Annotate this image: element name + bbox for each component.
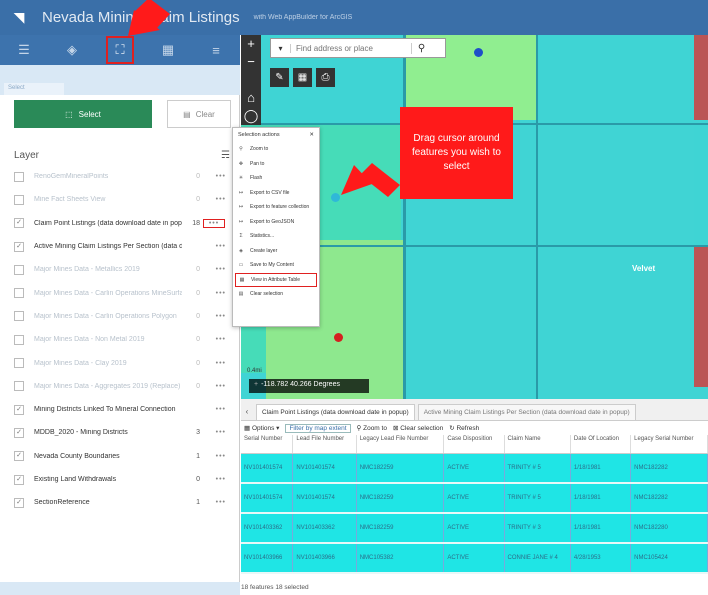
- refresh-icon: ↻: [449, 425, 455, 432]
- tab-active-mining-claims[interactable]: Active Mining Claim Listings Per Section…: [417, 404, 636, 420]
- tab-claim-point-listings[interactable]: Claim Point Listings (data download date…: [256, 404, 415, 420]
- zoom-to-label: Zoom to: [363, 425, 387, 432]
- table-cell: NV101401574: [292, 453, 357, 484]
- table-cell: NMC182259: [356, 453, 445, 484]
- attribute-grid: Serial Number Lead File Number Legacy Lead…: [241, 435, 708, 574]
- selection-action-item[interactable]: ↦ Export to feature collection: [233, 200, 319, 215]
- table-cell: NMC182259: [356, 483, 445, 514]
- export-icon: ↦: [238, 218, 244, 225]
- selection-action-item[interactable]: ✥ Pan to: [233, 157, 319, 172]
- selection-action-label: Zoom to: [250, 146, 269, 153]
- selection-action-item[interactable]: ↦ Export to CSV file: [233, 186, 319, 201]
- table-cell: 1/18/1981: [570, 483, 632, 514]
- tab-scroll-left-icon[interactable]: ‹: [241, 407, 253, 420]
- options-icon: ▦: [244, 425, 251, 432]
- refresh-button[interactable]: ↻ Refresh: [449, 424, 479, 432]
- table-cell: 1/18/1981: [570, 513, 632, 544]
- selection-actions-popup: Selection actions ✕ ⚲ Zoom to ✥ Pan to ✳ Flas…: [232, 127, 320, 327]
- column-header[interactable]: Date Of Location: [570, 435, 632, 454]
- selection-action-item[interactable]: ↦ Export to GeoJSON: [233, 215, 319, 230]
- table-row[interactable]: NV101401574 NV101401574 NMC182259 ACTIVE TRI…: [241, 453, 708, 484]
- table-cell: NMC182282: [630, 453, 708, 484]
- column-header[interactable]: Serial Number: [241, 435, 294, 454]
- options-menu[interactable]: ▦ Options ▾: [244, 424, 279, 432]
- clear-icon: ▤: [238, 291, 244, 298]
- table-cell: TRINITY # 5: [504, 483, 571, 514]
- selection-action-label: Flash: [250, 175, 263, 182]
- table-cell: NV101401574: [241, 453, 294, 484]
- selection-action-item[interactable]: Σ Statistics...: [233, 229, 319, 244]
- pan-icon: ✥: [238, 160, 244, 167]
- table-icon: ▦: [239, 276, 245, 283]
- clear-selection-label: Clear selection: [400, 425, 444, 432]
- table-cell: NV101403966: [241, 543, 294, 574]
- zoom-icon: ⚲: [239, 146, 243, 153]
- selection-action-label: Export to CSV file: [250, 189, 290, 196]
- table-cell: ACTIVE: [443, 453, 505, 484]
- table-cell: NMC105382: [356, 543, 445, 574]
- table-cell: 4/28/1953: [570, 543, 632, 574]
- selection-action-label: Export to GeoJSON: [250, 218, 295, 225]
- selection-action-label: Clear selection: [250, 291, 284, 298]
- table-cell: NV101403362: [292, 513, 357, 544]
- zoom-icon: ⚲: [356, 425, 362, 432]
- attribute-table-toolbar: ▦ Options ▾ Filter by map extent ⚲ Zoom …: [241, 421, 708, 435]
- table-status: 18 features 18 selected: [241, 584, 309, 591]
- selection-actions-list: ⚲ Zoom to ✥ Pan to ✳ Flash ↦ Export to CSV file…: [233, 142, 319, 302]
- attribute-table: ‹ Claim Point Listings (data download da…: [241, 399, 708, 595]
- table-cell: NV101401574: [241, 483, 294, 514]
- table-cell: NMC182280: [630, 513, 708, 544]
- table-cell: ACTIVE: [443, 483, 505, 514]
- selection-action-label: Export to feature collection: [250, 204, 310, 211]
- table-cell: NV101401574: [292, 483, 357, 514]
- table-cell: 1/18/1981: [570, 453, 632, 484]
- export-icon: ↦: [238, 204, 244, 211]
- table-cell: NMC182259: [356, 513, 445, 544]
- close-icon[interactable]: ✕: [309, 132, 314, 138]
- clear-selection-icon: ⊠: [392, 425, 399, 432]
- options-label: Options: [251, 425, 275, 432]
- table-row[interactable]: NV101401574 NV101401574 NMC182259 ACTIVE TRI…: [241, 483, 708, 514]
- selection-action-label: Pan to: [250, 160, 265, 167]
- zoom-to-button[interactable]: ⚲ Zoom to: [357, 424, 387, 432]
- clear-selection-button[interactable]: ⊠ Clear selection: [393, 424, 443, 432]
- selection-action-item[interactable]: ✳ Flash: [233, 171, 319, 186]
- selection-action-label: Statistics...: [250, 233, 275, 240]
- selection-action-item[interactable]: ⚲ Zoom to: [233, 142, 319, 157]
- table-cell: NV101403966: [292, 543, 357, 574]
- flash-icon: ✳: [238, 175, 244, 182]
- save-icon: ▭: [238, 262, 244, 269]
- popup-title: Selection actions: [238, 132, 280, 138]
- popup-header: Selection actions ✕: [233, 128, 319, 142]
- table-cell: ACTIVE: [443, 513, 505, 544]
- column-header[interactable]: Lead File Number: [292, 435, 357, 454]
- selection-action-label: View in Attribute Table: [251, 276, 301, 283]
- table-cell: ACTIVE: [443, 543, 505, 574]
- layer-icon: ◈: [239, 247, 243, 254]
- table-cell: TRINITY # 5: [504, 453, 571, 484]
- table-cell: NV101403362: [241, 513, 294, 544]
- statistics-icon: Σ: [239, 233, 243, 240]
- table-row[interactable]: NV101403966 NV101403966 NMC105382 ACTIVE CON…: [241, 543, 708, 574]
- filter-by-map-extent-button[interactable]: Filter by map extent: [285, 423, 351, 433]
- export-icon: ↦: [238, 189, 244, 196]
- column-header[interactable]: Legacy Serial Number: [630, 435, 708, 454]
- selection-action-label: Save to My Content: [250, 262, 294, 269]
- selection-action-item[interactable]: ▭ Save to My Content: [233, 258, 319, 273]
- selection-action-item[interactable]: ▤ Clear selection: [233, 287, 319, 302]
- table-cell: NMC182282: [630, 483, 708, 514]
- selection-action-item[interactable]: ▦ View in Attribute Table: [235, 272, 317, 287]
- table-cell: NMC105424: [630, 543, 708, 574]
- column-header[interactable]: Claim Name: [504, 435, 571, 454]
- attribute-table-tabs: ‹ Claim Point Listings (data download da…: [241, 399, 708, 421]
- column-header[interactable]: Legacy Lead File Number: [356, 435, 445, 454]
- selection-action-label: Create layer: [250, 247, 278, 254]
- refresh-label: Refresh: [456, 425, 480, 432]
- table-cell: CONNIE JANE # 4: [504, 543, 571, 574]
- table-cell: TRINITY # 3: [504, 513, 571, 544]
- table-row[interactable]: NV101403362 NV101403362 NMC182259 ACTIVE TRI…: [241, 513, 708, 544]
- selection-action-item[interactable]: ◈ Create layer: [233, 244, 319, 259]
- column-header[interactable]: Case Disposition: [443, 435, 505, 454]
